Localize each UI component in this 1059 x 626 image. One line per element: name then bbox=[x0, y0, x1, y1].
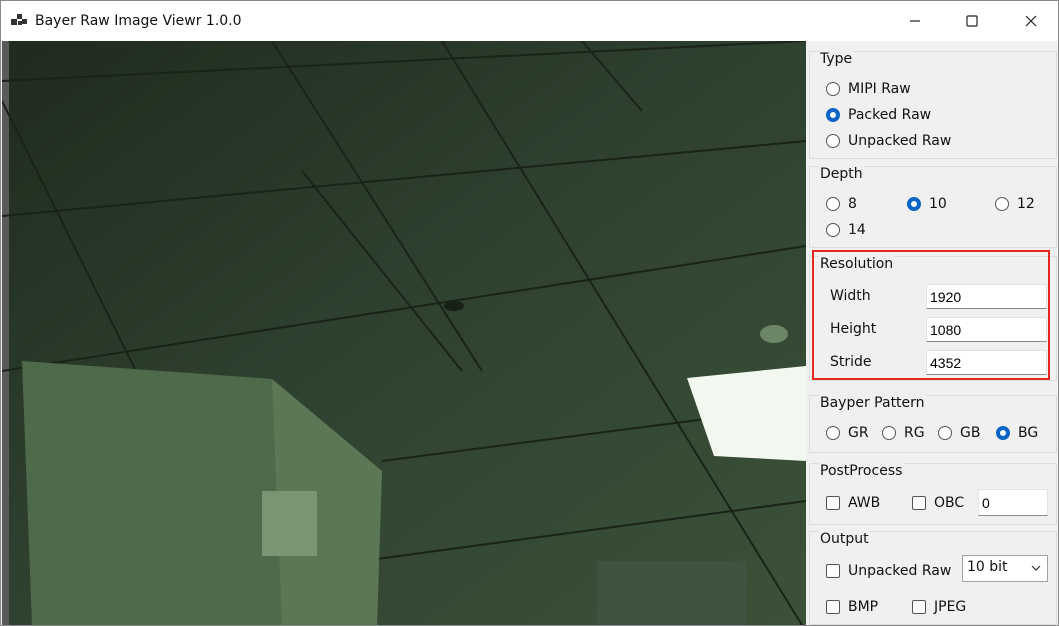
radio-depth-12[interactable]: 12 bbox=[995, 196, 1035, 212]
app-icon bbox=[11, 14, 27, 28]
radio-bayer-gr[interactable]: GR bbox=[826, 425, 869, 441]
radio-packed-raw[interactable]: Packed Raw bbox=[826, 107, 931, 123]
radio-label: GR bbox=[848, 425, 869, 441]
radio-icon bbox=[907, 197, 921, 211]
radio-label: BG bbox=[1018, 425, 1039, 441]
window-title: Bayer Raw Image Viewr 1.0.0 bbox=[35, 13, 242, 29]
checkbox-unpacked-raw[interactable]: Unpacked Raw bbox=[826, 563, 951, 579]
radio-icon bbox=[996, 426, 1010, 440]
radio-label: GB bbox=[960, 425, 981, 441]
checkbox-label: JPEG bbox=[934, 599, 967, 615]
output-group: Output Unpacked Raw 10 bit BMP JPEG bbox=[809, 531, 1057, 625]
radio-bayer-gb[interactable]: GB bbox=[938, 425, 980, 441]
checkbox-icon bbox=[826, 600, 840, 614]
radio-label: 14 bbox=[848, 222, 866, 238]
radio-bayer-rg[interactable]: RG bbox=[882, 425, 925, 441]
radio-label: Unpacked Raw bbox=[848, 133, 952, 149]
checkbox-bmp[interactable]: BMP bbox=[826, 599, 878, 615]
bit-depth-value: 10 bit bbox=[967, 559, 1008, 575]
type-group: Type MIPI Raw Packed Raw Unpacked Raw bbox=[809, 51, 1057, 159]
title-bar[interactable]: Bayer Raw Image Viewr 1.0.0 bbox=[1, 1, 1058, 41]
bayer-title: Bayper Pattern bbox=[819, 395, 926, 411]
radio-label: RG bbox=[904, 425, 925, 441]
checkbox-icon bbox=[826, 496, 840, 510]
postprocess-group: PostProcess AWB OBC bbox=[809, 463, 1057, 525]
image-viewer[interactable] bbox=[2, 41, 806, 625]
type-title: Type bbox=[819, 51, 854, 67]
close-icon bbox=[1025, 15, 1037, 27]
radio-unpacked-raw[interactable]: Unpacked Raw bbox=[826, 133, 951, 149]
checkbox-icon bbox=[912, 600, 926, 614]
checkbox-label: Unpacked Raw bbox=[848, 563, 952, 579]
radio-icon bbox=[938, 426, 952, 440]
radio-mipi-raw[interactable]: MIPI Raw bbox=[826, 81, 911, 97]
radio-label: Packed Raw bbox=[848, 107, 932, 123]
radio-depth-10[interactable]: 10 bbox=[907, 196, 947, 212]
checkbox-obc[interactable]: OBC bbox=[912, 495, 964, 511]
radio-icon bbox=[826, 223, 840, 237]
radio-icon bbox=[826, 108, 840, 122]
radio-icon bbox=[826, 82, 840, 96]
resolution-highlight-box bbox=[812, 250, 1050, 380]
checkbox-icon bbox=[826, 564, 840, 578]
radio-label: 10 bbox=[929, 196, 947, 212]
radio-depth-8[interactable]: 8 bbox=[826, 196, 857, 212]
radio-icon bbox=[826, 197, 840, 211]
minimize-button[interactable] bbox=[892, 1, 938, 41]
checkbox-label: BMP bbox=[848, 599, 879, 615]
maximize-button[interactable] bbox=[949, 1, 995, 41]
radio-icon bbox=[826, 134, 840, 148]
depth-title: Depth bbox=[819, 166, 864, 182]
checkbox-label: OBC bbox=[934, 495, 965, 511]
checkbox-icon bbox=[912, 496, 926, 510]
obc-value-input[interactable] bbox=[978, 489, 1048, 516]
checkbox-label: AWB bbox=[848, 495, 881, 511]
radio-label: 12 bbox=[1017, 196, 1035, 212]
radio-icon bbox=[826, 426, 840, 440]
checkbox-jpeg[interactable]: JPEG bbox=[912, 599, 966, 615]
depth-group: Depth 8 10 12 14 bbox=[809, 166, 1057, 248]
minimize-icon bbox=[910, 20, 920, 22]
radio-icon bbox=[882, 426, 896, 440]
bayer-pattern-group: Bayper Pattern GR RG GB BG bbox=[809, 395, 1057, 453]
radio-bayer-bg[interactable]: BG bbox=[996, 425, 1038, 441]
radio-depth-14[interactable]: 14 bbox=[826, 222, 866, 238]
radio-label: MIPI Raw bbox=[848, 81, 911, 97]
close-button[interactable] bbox=[1008, 1, 1054, 41]
raw-image bbox=[2, 41, 806, 625]
bit-depth-select[interactable]: 10 bit bbox=[962, 555, 1048, 582]
chevron-down-icon bbox=[1031, 565, 1041, 571]
radio-icon bbox=[995, 197, 1009, 211]
postprocess-title: PostProcess bbox=[819, 463, 904, 479]
maximize-icon bbox=[966, 15, 978, 27]
checkbox-awb[interactable]: AWB bbox=[826, 495, 880, 511]
output-title: Output bbox=[819, 531, 870, 547]
radio-label: 8 bbox=[848, 196, 857, 212]
